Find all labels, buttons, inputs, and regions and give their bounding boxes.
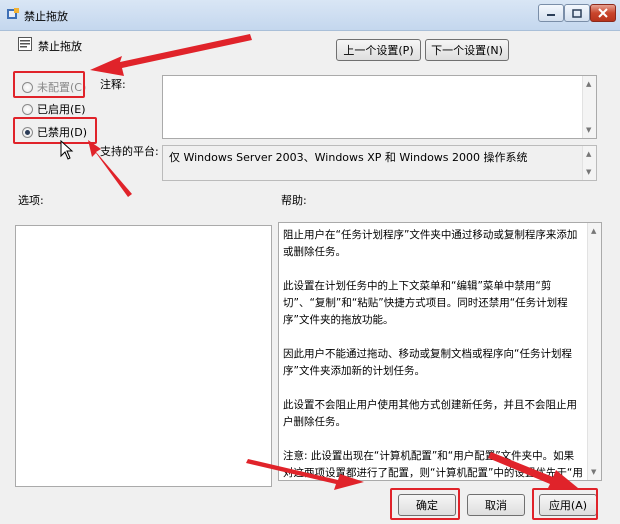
close-icon — [598, 8, 608, 18]
options-pane — [15, 225, 272, 487]
annotation-highlight-box — [13, 71, 85, 98]
radio-label: 已启用(E) — [37, 103, 86, 116]
maximize-button[interactable] — [564, 4, 590, 22]
comment-textarea[interactable]: ▲ ▼ — [162, 75, 597, 139]
help-pane[interactable]: 阻止用户在“任务计划程序”文件夹中通过移动或复制程序来添加或删除任务。 此设置在… — [278, 222, 602, 481]
supported-platform-field: 仅 Windows Server 2003、Windows XP 和 Windo… — [162, 145, 597, 181]
policy-icon — [7, 8, 19, 19]
comment-label: 注释: — [100, 78, 126, 91]
policy-name: 禁止拖放 — [38, 40, 82, 53]
radio-enabled[interactable]: 已启用(E) — [22, 101, 86, 117]
help-paragraph: 阻止用户在“任务计划程序”文件夹中通过移动或复制程序来添加或删除任务。 — [283, 229, 578, 258]
previous-setting-button[interactable]: 上一个设置(P) — [336, 39, 421, 61]
scroll-down-icon[interactable]: ▼ — [586, 126, 591, 134]
annotation-highlight-box — [532, 488, 598, 520]
policy-setting-icon — [18, 37, 32, 51]
supported-platform-label: 支持的平台: — [100, 145, 159, 158]
scroll-down-icon[interactable]: ▼ — [586, 168, 591, 176]
scroll-down-icon[interactable]: ▼ — [591, 468, 596, 476]
help-paragraph: 此设置不会阻止用户使用其他方式创建新任务，并且不会阻止用户删除任务。 — [283, 399, 577, 428]
minimize-button[interactable] — [538, 4, 564, 22]
help-paragraph: 此设置在计划任务中的上下文菜单和“编辑”菜单中禁用“剪切”、“复制”和“粘贴”快… — [283, 280, 568, 326]
scroll-up-icon[interactable]: ▲ — [586, 80, 591, 88]
maximize-icon — [572, 8, 582, 18]
next-setting-button[interactable]: 下一个设置(N) — [425, 39, 509, 61]
platform-scrollbar[interactable]: ▲ ▼ — [582, 146, 596, 180]
scroll-up-icon[interactable]: ▲ — [586, 150, 591, 158]
supported-platform-text: 仅 Windows Server 2003、Windows XP 和 Windo… — [169, 151, 528, 164]
help-paragraph: 因此用户不能通过拖动、移动或复制文档或程序向“任务计划程序”文件夹添加新的计划任… — [283, 348, 572, 377]
window-title: 禁止拖放 — [24, 10, 68, 23]
comment-scrollbar[interactable]: ▲ ▼ — [582, 76, 596, 138]
options-label: 选项: — [18, 194, 44, 207]
close-button[interactable] — [590, 4, 616, 22]
help-text: 阻止用户在“任务计划程序”文件夹中通过移动或复制程序来添加或删除任务。 此设置在… — [283, 227, 583, 480]
help-label: 帮助: — [281, 194, 307, 207]
help-paragraph: 注意: 此设置出现在“计算机配置”和“用户配置”文件夹中。如果对这两项设置都进行… — [283, 450, 583, 479]
radio-button-icon[interactable] — [22, 103, 33, 115]
minimize-icon — [547, 14, 555, 16]
cancel-button[interactable]: 取消 — [467, 494, 525, 516]
scroll-up-icon[interactable]: ▲ — [591, 227, 596, 235]
mouse-cursor-icon — [60, 140, 74, 160]
title-bar[interactable] — [0, 0, 620, 31]
annotation-highlight-box — [13, 117, 97, 144]
annotation-highlight-box — [390, 488, 460, 520]
help-scrollbar[interactable]: ▲ ▼ — [587, 223, 601, 480]
